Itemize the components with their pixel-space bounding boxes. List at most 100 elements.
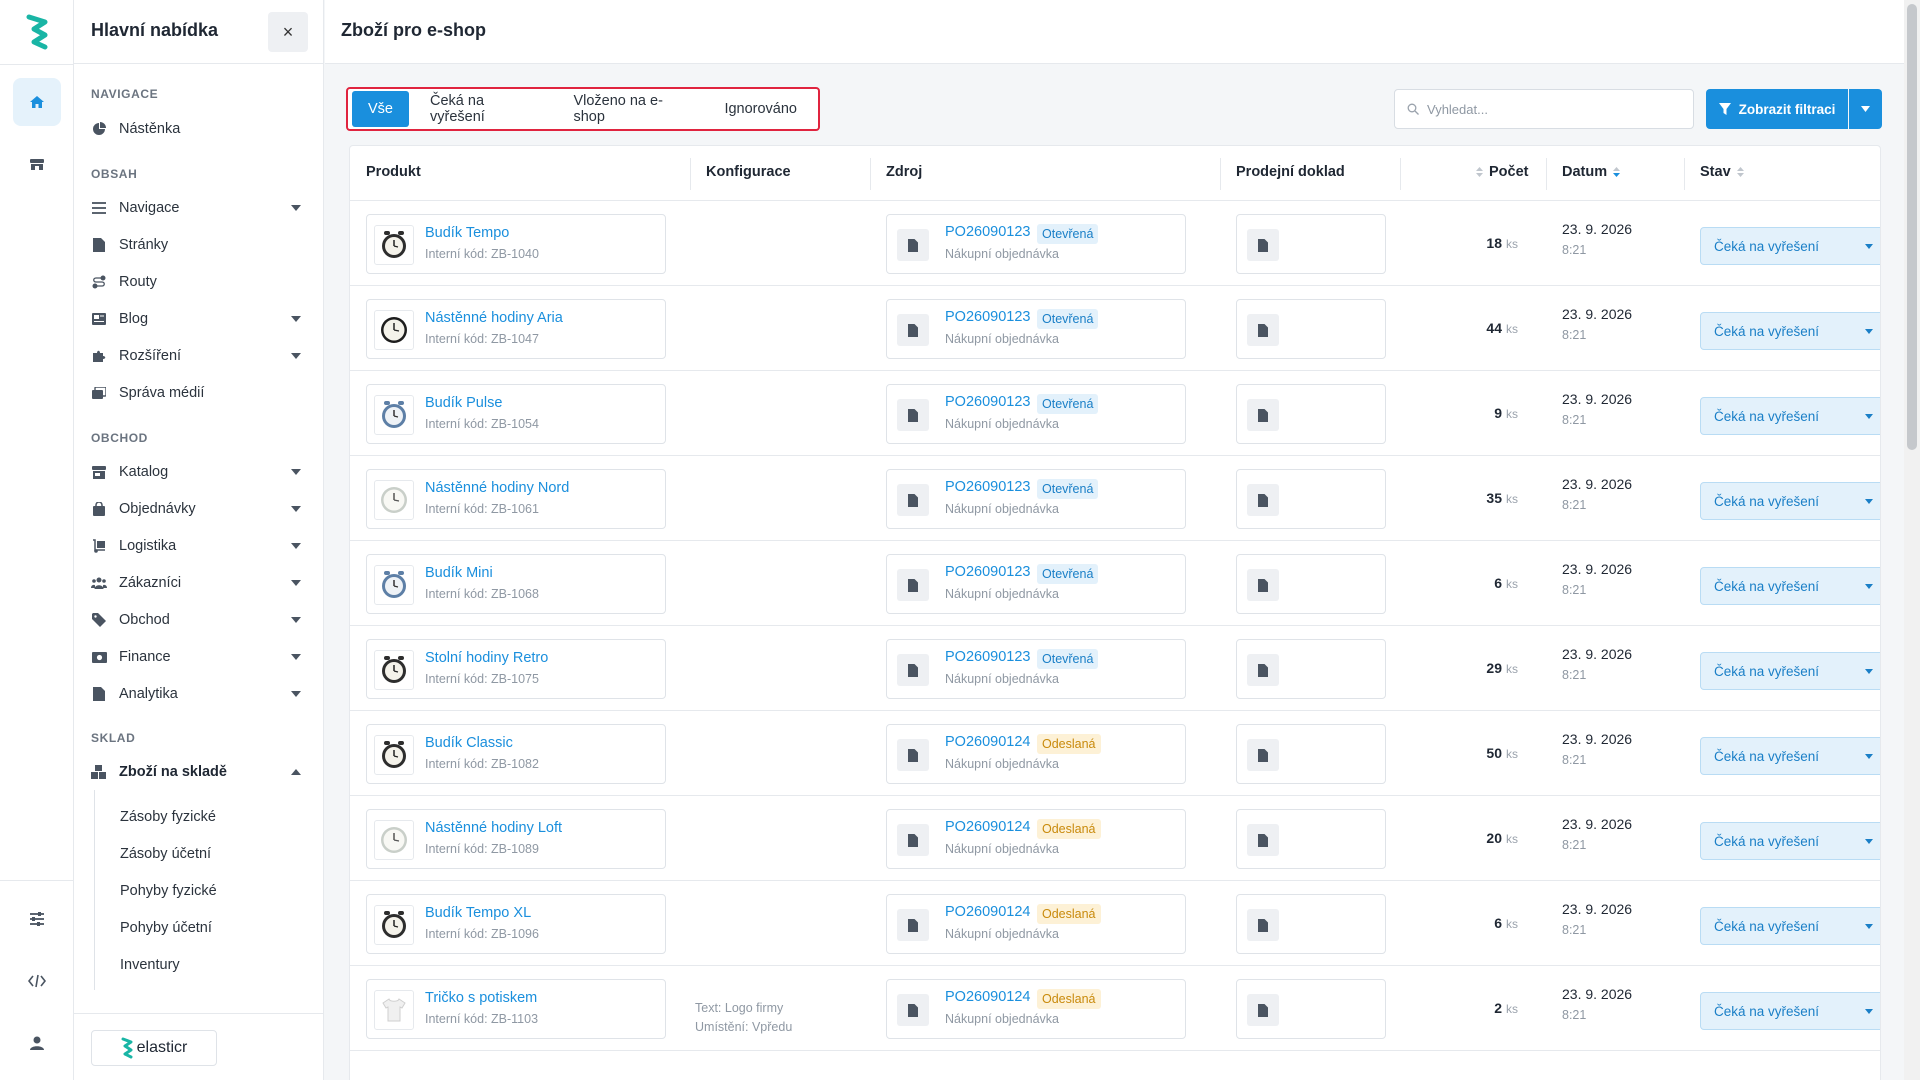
status-select[interactable]: Čeká na vyřešení (1700, 907, 1880, 945)
status-select[interactable]: Čeká na vyřešení (1700, 992, 1880, 1030)
sales-document-card[interactable] (1236, 384, 1386, 444)
sidebar-subitem[interactable]: Inventury (120, 957, 180, 973)
elasticr-logo-icon[interactable] (26, 14, 48, 50)
source-card[interactable]: PO26090123 Otevřená Nákupní objednávka (886, 299, 1186, 359)
source-card[interactable]: PO26090123 Otevřená Nákupní objednávka (886, 639, 1186, 699)
status-select[interactable]: Čeká na vyřešení (1700, 482, 1880, 520)
tab-ceka-na-vyreseni[interactable]: Čeká na vyřešení (413, 91, 552, 127)
sidebar-item-routy[interactable]: Routy (91, 267, 306, 297)
settings-sliders-icon[interactable] (13, 895, 61, 943)
product-name-link[interactable]: Nástěnné hodiny Aria (425, 310, 563, 326)
column-header-datum[interactable]: Datum (1562, 164, 1621, 180)
product-card[interactable]: Nástěnné hodiny Nord Interní kód: ZB-106… (366, 469, 666, 529)
source-order-link[interactable]: PO26090123 (945, 479, 1030, 495)
source-card[interactable]: PO26090124 Odeslaná Nákupní objednávka (886, 979, 1186, 1039)
product-card[interactable]: Budík Pulse Interní kód: ZB-1054 (366, 384, 666, 444)
sidebar-item-logistika[interactable]: Logistika (91, 531, 306, 561)
status-select[interactable]: Čeká na vyřešení (1700, 567, 1880, 605)
brand-badge[interactable]: elasticr (91, 1030, 217, 1066)
sales-document-card[interactable] (1236, 299, 1386, 359)
source-order-link[interactable]: PO26090124 (945, 904, 1030, 920)
source-card[interactable]: PO26090123 Otevřená Nákupní objednávka (886, 469, 1186, 529)
source-card[interactable]: PO26090124 Odeslaná Nákupní objednávka (886, 894, 1186, 954)
sidebar-item-navigace[interactable]: Navigace (91, 193, 306, 223)
store-icon[interactable] (13, 140, 61, 188)
sales-document-card[interactable] (1236, 979, 1386, 1039)
sidebar-item-finance[interactable]: Finance (91, 642, 306, 672)
source-card[interactable]: PO26090124 Odeslaná Nákupní objednávka (886, 724, 1186, 784)
product-name-link[interactable]: Budík Tempo XL (425, 905, 531, 921)
scrollbar-thumb[interactable] (1907, 4, 1917, 450)
sales-document-card[interactable] (1236, 809, 1386, 869)
product-card[interactable]: Budík Mini Interní kód: ZB-1068 (366, 554, 666, 614)
sidebar-item-katalog[interactable]: Katalog (91, 457, 306, 487)
sidebar-subitem[interactable]: Zásoby fyzické (120, 809, 216, 825)
sidebar-subitem[interactable]: Zásoby účetní (120, 846, 211, 862)
column-header-pocet[interactable]: Počet (1476, 164, 1529, 180)
source-order-link[interactable]: PO26090123 (945, 649, 1030, 665)
sidebar-item-rozsireni[interactable]: Rozšíření (91, 341, 306, 371)
status-select[interactable]: Čeká na vyřešení (1700, 312, 1880, 350)
product-card[interactable]: Nástěnné hodiny Aria Interní kód: ZB-104… (366, 299, 666, 359)
product-name-link[interactable]: Stolní hodiny Retro (425, 650, 548, 666)
sidebar-item-obchod[interactable]: Obchod (91, 605, 306, 635)
sidebar-item-zakaznici[interactable]: Zákazníci (91, 568, 306, 598)
product-name-link[interactable]: Tričko s potiskem (425, 990, 537, 1006)
source-card[interactable]: PO26090124 Odeslaná Nákupní objednávka (886, 809, 1186, 869)
sidebar-item-objednavky[interactable]: Objednávky (91, 494, 306, 524)
user-icon[interactable] (13, 1019, 61, 1067)
sales-document-card[interactable] (1236, 639, 1386, 699)
close-button[interactable]: × (268, 12, 308, 52)
status-select[interactable]: Čeká na vyřešení (1700, 737, 1880, 775)
source-card[interactable]: PO26090123 Otevřená Nákupní objednávka (886, 554, 1186, 614)
sidebar-item-sprava-medii[interactable]: Správa médií (91, 378, 306, 408)
sidebar-item-nastenka[interactable]: Nástěnka (91, 114, 306, 144)
source-order-link[interactable]: PO26090124 (945, 819, 1030, 835)
source-order-link[interactable]: PO26090123 (945, 564, 1030, 580)
sidebar-item-stranky[interactable]: Stránky (91, 230, 306, 260)
source-order-link[interactable]: PO26090124 (945, 734, 1030, 750)
source-order-link[interactable]: PO26090124 (945, 989, 1030, 1005)
source-order-link[interactable]: PO26090123 (945, 309, 1030, 325)
product-card[interactable]: Budík Classic Interní kód: ZB-1082 (366, 724, 666, 784)
tab-vlozeno-na-eshop[interactable]: Vloženo na e-shop (556, 91, 703, 127)
product-name-link[interactable]: Budík Mini (425, 565, 493, 581)
status-select[interactable]: Čeká na vyřešení (1700, 822, 1880, 860)
product-name-link[interactable]: Nástěnné hodiny Nord (425, 480, 569, 496)
source-card[interactable]: PO26090123 Otevřená Nákupní objednávka (886, 384, 1186, 444)
status-select[interactable]: Čeká na vyřešení (1700, 397, 1880, 435)
product-name-link[interactable]: Budík Tempo (425, 225, 509, 241)
tab-vse[interactable]: Vše (352, 91, 409, 127)
filter-dropdown-button[interactable] (1849, 89, 1882, 129)
column-header-produkt[interactable]: Produkt (366, 164, 421, 180)
product-card[interactable]: Budík Tempo Interní kód: ZB-1040 (366, 214, 666, 274)
status-select[interactable]: Čeká na vyřešení (1700, 652, 1880, 690)
column-header-stav[interactable]: Stav (1700, 164, 1744, 180)
sales-document-card[interactable] (1236, 469, 1386, 529)
status-select[interactable]: Čeká na vyřešení (1700, 227, 1880, 265)
sidebar-item-analytika[interactable]: Analytika (91, 679, 306, 709)
sidebar-item-zbozi-na-sklade[interactable]: Zboží na skladě (91, 757, 306, 787)
product-card[interactable]: Tričko s potiskem Interní kód: ZB-1103 (366, 979, 666, 1039)
column-header-konfigurace[interactable]: Konfigurace (706, 164, 791, 180)
sidebar-item-blog[interactable]: Blog (91, 304, 306, 334)
product-name-link[interactable]: Budík Pulse (425, 395, 502, 411)
product-name-link[interactable]: Nástěnné hodiny Loft (425, 820, 562, 836)
product-card[interactable]: Stolní hodiny Retro Interní kód: ZB-1075 (366, 639, 666, 699)
sales-document-card[interactable] (1236, 554, 1386, 614)
source-order-link[interactable]: PO26090123 (945, 394, 1030, 410)
sales-document-card[interactable] (1236, 724, 1386, 784)
sales-document-card[interactable] (1236, 894, 1386, 954)
code-icon[interactable] (13, 957, 61, 1005)
product-card[interactable]: Nástěnné hodiny Loft Interní kód: ZB-108… (366, 809, 666, 869)
source-card[interactable]: PO26090123 Otevřená Nákupní objednávka (886, 214, 1186, 274)
show-filter-button[interactable]: Zobrazit filtraci (1706, 89, 1848, 129)
column-header-zdroj[interactable]: Zdroj (886, 164, 922, 180)
sidebar-subitem[interactable]: Pohyby fyzické (120, 883, 217, 899)
home-icon[interactable] (13, 78, 61, 126)
column-header-prodejni-doklad[interactable]: Prodejní doklad (1236, 164, 1345, 180)
source-order-link[interactable]: PO26090123 (945, 224, 1030, 240)
sales-document-card[interactable] (1236, 214, 1386, 274)
tab-ignorovano[interactable]: Ignorováno (707, 91, 814, 127)
sidebar-subitem[interactable]: Pohyby účetní (120, 920, 212, 936)
